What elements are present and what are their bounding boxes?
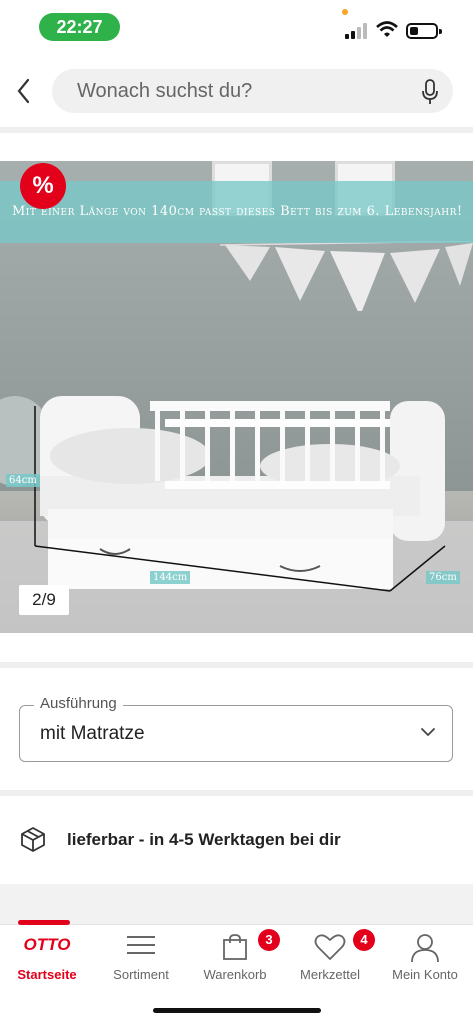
package-icon xyxy=(21,827,45,852)
variant-select-value: mit Matratze xyxy=(40,723,145,744)
content-spacer xyxy=(0,884,473,924)
active-tab-indicator xyxy=(18,920,70,925)
sale-badge: % xyxy=(20,163,66,209)
tab-warenkorb[interactable]: 3 Warenkorb xyxy=(188,925,282,985)
privacy-indicator-icon xyxy=(342,9,348,15)
cellular-signal-icon xyxy=(345,23,369,39)
variant-select[interactable]: Ausführung mit Matratze xyxy=(19,695,453,762)
back-icon[interactable] xyxy=(12,76,36,106)
image-counter: 2/9 xyxy=(19,585,69,615)
tab-merkzettel[interactable]: 4 Merkzettel xyxy=(283,925,377,985)
divider xyxy=(0,790,473,796)
status-time: 22:27 xyxy=(39,13,120,41)
promo-banner-text: Mit einer Länge von 140cm passt dieses B… xyxy=(12,204,463,219)
divider xyxy=(0,662,473,668)
user-icon xyxy=(411,934,439,963)
tab-mein-konto-label: Mein Konto xyxy=(392,967,458,982)
tab-sortiment-label: Sortiment xyxy=(113,967,169,982)
search-input[interactable]: Wonach suchst du? xyxy=(52,69,453,113)
tab-startseite[interactable]: OTTO Startseite xyxy=(0,920,94,985)
wishlist-count-badge: 4 xyxy=(353,929,375,951)
shopping-bag-icon xyxy=(223,934,247,960)
product-image-gallery[interactable]: 64cm 144cm 76cm Mit einer Länge von 140c… xyxy=(0,161,473,633)
delivery-info: lieferbar - in 4-5 Werktagen bei dir xyxy=(19,826,459,856)
menu-icon xyxy=(127,936,155,954)
cart-count-badge: 3 xyxy=(258,929,280,951)
status-bar: 22:27 xyxy=(0,0,473,52)
chevron-down-icon xyxy=(421,728,435,737)
divider xyxy=(0,127,473,133)
tab-sortiment[interactable]: Sortiment xyxy=(94,925,188,985)
delivery-text: lieferbar - in 4-5 Werktagen bei dir xyxy=(67,830,341,849)
otto-logo-icon: OTTO xyxy=(24,935,71,954)
microphone-icon[interactable] xyxy=(421,79,439,105)
bunting-decoration xyxy=(220,241,473,311)
heart-icon xyxy=(314,934,346,960)
search-placeholder: Wonach suchst du? xyxy=(77,80,253,102)
wifi-icon xyxy=(376,21,398,37)
toddler-bed xyxy=(34,396,446,592)
home-indicator xyxy=(153,1008,321,1013)
tab-startseite-label: Startseite xyxy=(17,967,77,982)
variant-select-label: Ausführung xyxy=(34,695,123,712)
dimension-depth-label: 76cm xyxy=(426,571,460,584)
tab-warenkorb-label: Warenkorb xyxy=(203,967,267,982)
dimension-length-label: 144cm xyxy=(150,571,191,584)
tab-merkzettel-label: Merkzettel xyxy=(300,967,360,982)
tab-mein-konto[interactable]: Mein Konto xyxy=(378,925,472,985)
svg-text:OTTO: OTTO xyxy=(24,935,71,954)
dimension-height-label: 64cm xyxy=(6,474,40,487)
battery-icon xyxy=(406,23,442,39)
